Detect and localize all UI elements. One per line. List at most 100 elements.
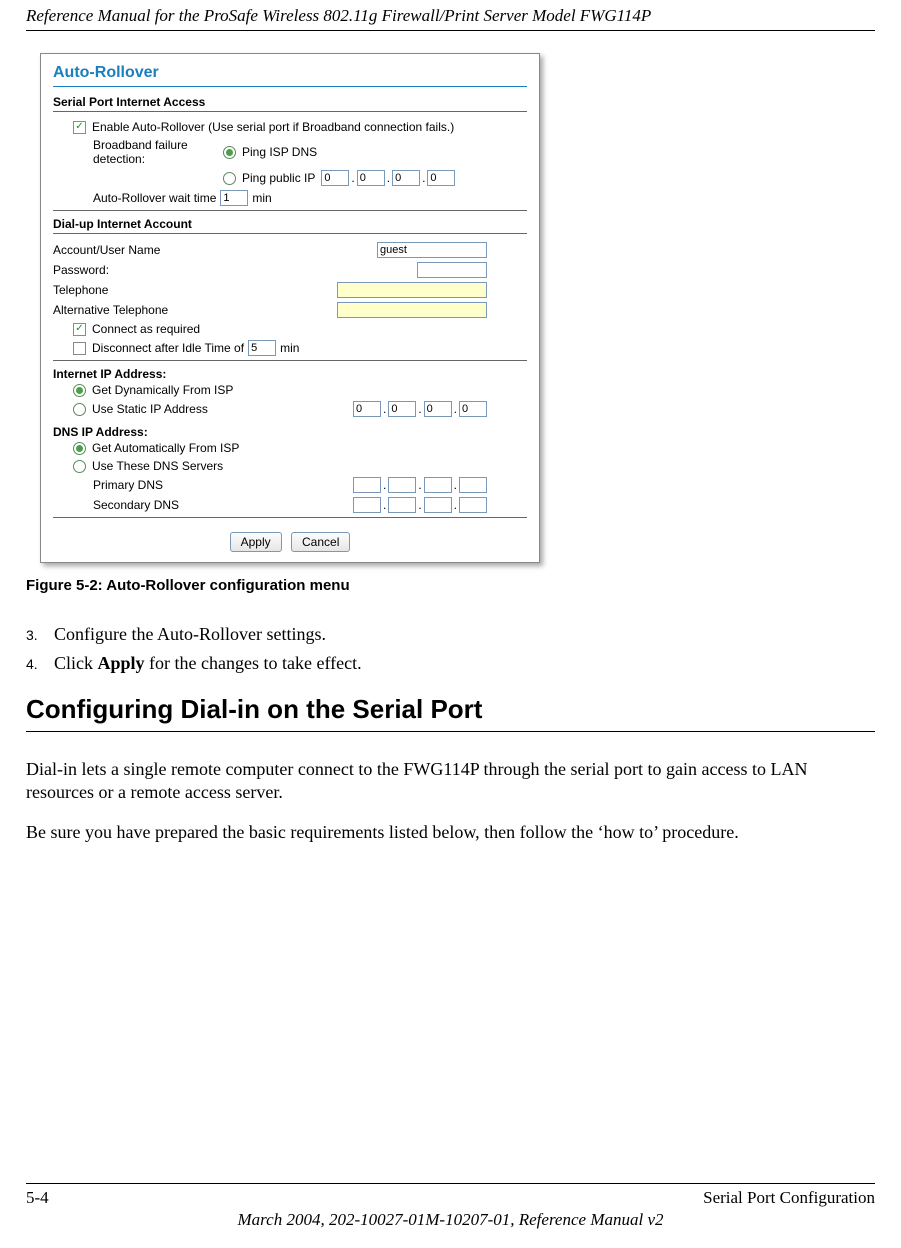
pdns-octet-3[interactable] — [424, 477, 452, 493]
static-ip-row: Use Static IP Address . . . — [53, 399, 527, 419]
static-ip-octet-2[interactable] — [388, 401, 416, 417]
password-label: Password: — [53, 263, 109, 277]
telephone-label: Telephone — [53, 283, 108, 297]
alt-telephone-row: Alternative Telephone — [53, 300, 527, 320]
sdns-octet-4[interactable] — [459, 497, 487, 513]
dot: . — [416, 478, 423, 492]
static-ip-octet-4[interactable] — [459, 401, 487, 417]
radio-ping-public-ip[interactable] — [223, 172, 236, 185]
title-rule — [53, 86, 527, 87]
step-4: 4. Click Apply for the changes to take e… — [26, 653, 875, 674]
radio-get-auto-dns[interactable] — [73, 442, 86, 455]
page-number: 5-4 — [26, 1188, 49, 1208]
idle-time-input[interactable] — [248, 340, 276, 356]
auto-dns-row: Get Automatically From ISP — [53, 439, 527, 457]
checkbox-enable-auto-rollover[interactable]: ✓ — [73, 121, 86, 134]
use-dns-label: Use These DNS Servers — [92, 459, 223, 473]
pdns-octet-4[interactable] — [459, 477, 487, 493]
dot: . — [349, 171, 356, 185]
step4-pre: Click — [54, 653, 98, 673]
dot: . — [416, 498, 423, 512]
body-paragraph-1: Dial-in lets a single remote computer co… — [26, 758, 875, 803]
dyn-ip-label: Get Dynamically From ISP — [92, 383, 233, 397]
sdns-octet-2[interactable] — [388, 497, 416, 513]
ping-ip-octet-4[interactable] — [427, 170, 455, 186]
section-rule — [53, 360, 527, 361]
page-footer: 5-4 Serial Port Configuration March 2004… — [26, 1183, 875, 1230]
account-row: Account/User Name — [53, 240, 527, 260]
step-3: 3. Configure the Auto-Rollover settings. — [26, 624, 875, 645]
dot: . — [381, 498, 388, 512]
cancel-button[interactable]: Cancel — [291, 532, 350, 552]
dyn-ip-row: Get Dynamically From ISP — [53, 381, 527, 399]
dot: . — [385, 171, 392, 185]
body-paragraph-2: Be sure you have prepared the basic requ… — [26, 821, 875, 844]
figure-caption: Figure 5-2: Auto-Rollover configuration … — [26, 577, 875, 594]
button-row: Apply Cancel — [53, 524, 527, 552]
dot: . — [420, 171, 427, 185]
section-serial-port: Serial Port Internet Access — [53, 95, 527, 109]
section-rule — [53, 111, 527, 112]
sdns-octet-3[interactable] — [424, 497, 452, 513]
footer-row-2: March 2004, 202-10027-01M-10207-01, Refe… — [26, 1210, 875, 1230]
pdns-octet-2[interactable] — [388, 477, 416, 493]
section-heading: Configuring Dial-in on the Serial Port — [26, 694, 875, 725]
dot: . — [416, 402, 423, 416]
ping-ip-octet-3[interactable] — [392, 170, 420, 186]
password-row: Password: — [53, 260, 527, 280]
step-text: Click Apply for the changes to take effe… — [54, 653, 362, 674]
enable-auto-rollover-row: ✓ Enable Auto-Rollover (Use serial port … — [53, 118, 527, 136]
ping-public-row: Ping public IP . . . — [53, 168, 527, 188]
steps-list: 3. Configure the Auto-Rollover settings.… — [26, 624, 875, 674]
telephone-input[interactable] — [337, 282, 487, 298]
ping-ip-octet-1[interactable] — [321, 170, 349, 186]
alt-telephone-label: Alternative Telephone — [53, 303, 168, 317]
connect-required-row: ✓ Connect as required — [53, 320, 527, 338]
footer-rule — [26, 1183, 875, 1184]
dot: . — [381, 478, 388, 492]
static-ip-label: Use Static IP Address — [92, 402, 208, 416]
static-ip-octet-1[interactable] — [353, 401, 381, 417]
section-dialup: Dial-up Internet Account — [53, 217, 527, 231]
static-ip-octet-3[interactable] — [424, 401, 452, 417]
secondary-dns-label: Secondary DNS — [93, 498, 179, 512]
section-rule — [53, 517, 527, 518]
ping-ip-octet-2[interactable] — [357, 170, 385, 186]
sdns-octet-1[interactable] — [353, 497, 381, 513]
alt-telephone-input[interactable] — [337, 302, 487, 318]
idle-time-unit: min — [280, 341, 299, 355]
apply-button[interactable]: Apply — [230, 532, 282, 552]
checkbox-disconnect-idle[interactable]: ✓ — [73, 342, 86, 355]
page-header: Reference Manual for the ProSafe Wireles… — [26, 0, 875, 31]
radio-use-static-ip[interactable] — [73, 403, 86, 416]
checkbox-connect-required[interactable]: ✓ — [73, 323, 86, 336]
broadband-failure-row: Broadband failure detection: Ping ISP DN… — [53, 136, 527, 168]
dot: . — [452, 402, 459, 416]
radio-use-dns-servers[interactable] — [73, 460, 86, 473]
step-number: 3. — [26, 624, 54, 645]
step-number: 4. — [26, 653, 54, 674]
dot: . — [452, 478, 459, 492]
use-dns-row: Use These DNS Servers — [53, 457, 527, 475]
footer-row-1: 5-4 Serial Port Configuration — [26, 1188, 875, 1208]
auto-dns-label: Get Automatically From ISP — [92, 441, 239, 455]
dot: . — [452, 498, 459, 512]
wait-time-row: Auto-Rollover wait time min — [53, 188, 527, 208]
disconnect-idle-row: ✓ Disconnect after Idle Time of min — [53, 338, 527, 358]
ping-isp-label: Ping ISP DNS — [242, 145, 317, 159]
radio-ping-isp-dns[interactable] — [223, 146, 236, 159]
radio-get-dynamically[interactable] — [73, 384, 86, 397]
section-rule — [53, 233, 527, 234]
connect-required-label: Connect as required — [92, 322, 200, 336]
primary-dns-row: Primary DNS . . . — [53, 475, 527, 495]
wait-time-input[interactable] — [220, 190, 248, 206]
ping-public-label: Ping public IP — [242, 171, 315, 185]
step-text: Configure the Auto-Rollover settings. — [54, 624, 326, 645]
section-internet-ip: Internet IP Address: — [53, 367, 527, 381]
password-input[interactable] — [417, 262, 487, 278]
account-input[interactable] — [377, 242, 487, 258]
section-rule — [53, 210, 527, 211]
dot: . — [381, 402, 388, 416]
enable-auto-rollover-label: Enable Auto-Rollover (Use serial port if… — [92, 120, 454, 134]
pdns-octet-1[interactable] — [353, 477, 381, 493]
